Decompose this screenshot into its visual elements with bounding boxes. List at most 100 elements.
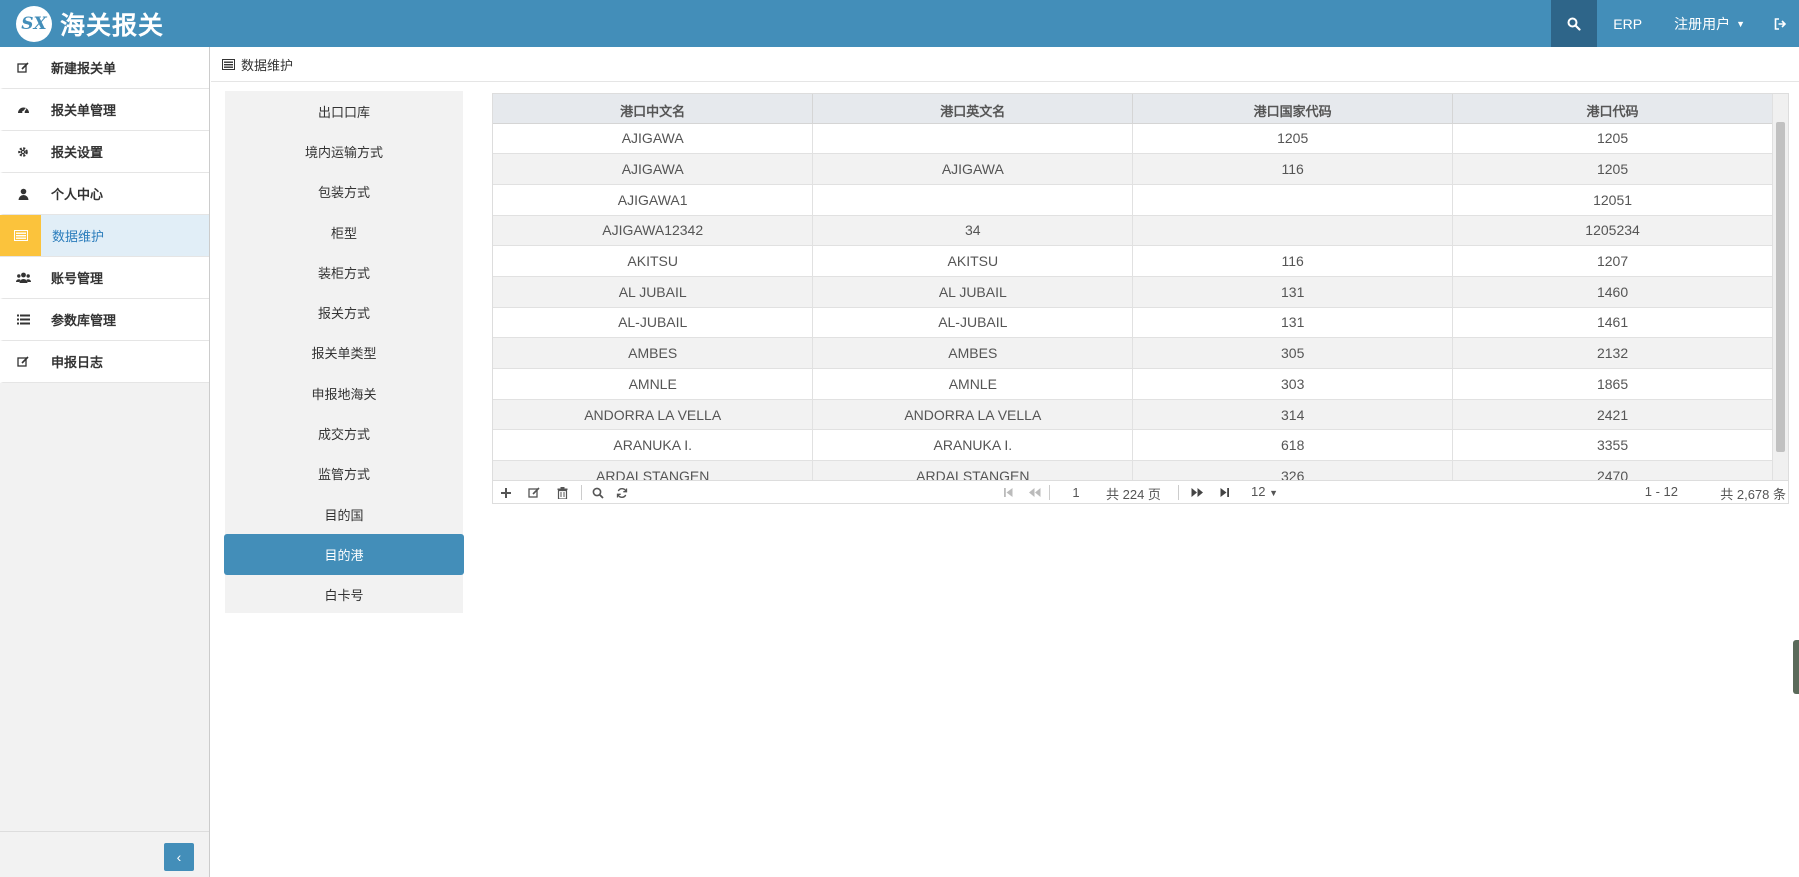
sidebar-item-declaration-management[interactable]: 报关单管理: [0, 89, 209, 131]
category-item[interactable]: 监管方式: [225, 454, 463, 494]
chevron-left-icon: ‹: [176, 849, 182, 865]
table-cell: ARDALSTANGEN: [812, 460, 1134, 481]
sidebar-item-new-declaration[interactable]: 新建报关单: [0, 47, 209, 89]
table-row[interactable]: AJIGAWA12342 34 1205234: [493, 215, 1773, 247]
category-item[interactable]: 报关单类型: [225, 333, 463, 373]
category-item[interactable]: 目的国: [225, 494, 463, 534]
sidebar-item-parameter-library[interactable]: 参数库管理: [0, 299, 209, 341]
column-header[interactable]: 港口国家代码: [1132, 94, 1454, 124]
total-pages-label: 共 224 页: [1106, 487, 1161, 502]
table-cell: 131: [1132, 276, 1454, 308]
column-header[interactable]: 港口英文名: [812, 94, 1134, 124]
category-item[interactable]: 报关方式: [225, 292, 463, 332]
page-number-input[interactable]: 1: [1060, 483, 1092, 501]
record-total-label: 共 2,678 条: [1720, 487, 1786, 502]
column-header[interactable]: 港口代码: [1452, 94, 1773, 124]
pager-separator: [581, 485, 582, 500]
user-menu[interactable]: 注册用户 ▼: [1658, 0, 1761, 47]
table-row[interactable]: AL-JUBAIL AL-JUBAIL 131 1461: [493, 307, 1773, 339]
category-item[interactable]: 成交方式: [225, 413, 463, 453]
prev-page-button[interactable]: [1025, 484, 1043, 501]
category-item[interactable]: 装柜方式: [225, 252, 463, 292]
table-cell: ANDORRA LA VELLA: [493, 399, 814, 431]
table-cell: 314: [1132, 399, 1454, 431]
table-cell: 2421: [1452, 399, 1773, 431]
logout-button[interactable]: [1761, 0, 1799, 47]
erp-link[interactable]: ERP: [1597, 0, 1658, 47]
table-cell: 2132: [1452, 337, 1773, 369]
table-cell: 305: [1132, 337, 1454, 369]
category-item-active[interactable]: 目的港: [224, 534, 464, 575]
category-item[interactable]: 白卡号: [225, 575, 463, 615]
column-header[interactable]: 港口中文名: [493, 94, 814, 124]
refresh-button[interactable]: [613, 484, 631, 501]
table-cell: [1132, 215, 1454, 247]
list-icon: [3, 299, 43, 340]
search-button[interactable]: [589, 484, 607, 501]
category-item[interactable]: 境内运输方式: [225, 131, 463, 171]
table-cell: AL-JUBAIL: [493, 307, 814, 339]
edit-icon: [3, 341, 43, 382]
table-row[interactable]: AJIGAWA AJIGAWA 116 1205: [493, 153, 1773, 185]
sidebar-collapse-button[interactable]: ‹: [164, 843, 194, 871]
table-cell: AMNLE: [493, 368, 814, 400]
sidebar-item-account-management[interactable]: 账号管理: [0, 257, 209, 299]
table-row[interactable]: AKITSU AKITSU 116 1207: [493, 245, 1773, 277]
plus-icon: [501, 487, 511, 498]
table-cell: AJIGAWA: [493, 123, 814, 155]
sidebar-item-label: 个人中心: [51, 187, 104, 202]
table-cell: 2470: [1452, 460, 1773, 481]
breadcrumb-label: 数据维护: [241, 57, 294, 73]
add-button[interactable]: [497, 484, 515, 501]
category-item[interactable]: 柜型: [225, 212, 463, 252]
grid-pager: 1 共 224 页 12 ▼ 1 - 12 共 2,678 条: [493, 480, 1788, 503]
table-row[interactable]: AJIGAWA 1205 1205: [493, 123, 1773, 155]
table-row[interactable]: AL JUBAIL AL JUBAIL 131 1460: [493, 276, 1773, 308]
caret-down-icon: ▼: [1269, 488, 1279, 498]
table-cell: 326: [1132, 460, 1454, 481]
sidebar-item-label: 数据维护: [52, 229, 105, 244]
table-row[interactable]: AMBES AMBES 305 2132: [493, 337, 1773, 369]
user-menu-label: 注册用户: [1674, 15, 1731, 32]
search-button[interactable]: [1551, 0, 1598, 47]
floating-side-tab[interactable]: [1793, 640, 1799, 694]
table-cell: AJIGAWA12342: [493, 215, 814, 247]
table-row[interactable]: AJIGAWA1 12051: [493, 184, 1773, 216]
table-cell: 3355: [1452, 429, 1773, 462]
users-icon: [3, 257, 43, 298]
category-item[interactable]: 包装方式: [225, 172, 463, 212]
sidebar-item-label: 账号管理: [51, 271, 104, 286]
sidebar-item-data-maintenance[interactable]: 数据维护: [0, 215, 209, 257]
delete-button[interactable]: [553, 484, 571, 501]
table-cell: 34: [812, 215, 1134, 247]
table-row[interactable]: AMNLE AMNLE 303 1865: [493, 368, 1773, 400]
brand[interactable]: SX 海关报关: [16, 4, 164, 44]
scrollbar-thumb[interactable]: [1776, 122, 1785, 452]
last-page-button[interactable]: [1215, 484, 1233, 501]
table-row[interactable]: ANDORRA LA VELLA ANDORRA LA VELLA 314 2421: [493, 399, 1773, 431]
next-page-button[interactable]: [1188, 484, 1206, 501]
category-item[interactable]: 申报地海关: [225, 373, 463, 413]
table-cell: AJIGAWA: [812, 153, 1134, 185]
sidebar-item-declaration-settings[interactable]: 报关设置: [0, 131, 209, 173]
search-icon: [1567, 17, 1581, 31]
edit-button[interactable]: [525, 484, 543, 501]
table-cell: AL JUBAIL: [812, 276, 1134, 308]
table-cell: [1132, 184, 1454, 216]
table-row[interactable]: ARANUKA I. ARANUKA I. 618 3355: [493, 429, 1773, 462]
table-cell: 1205: [1452, 153, 1773, 185]
table-cell: 12051: [1452, 184, 1773, 216]
double-chevron-right-icon: [1191, 488, 1203, 497]
grid-scrollbar[interactable]: [1772, 94, 1788, 481]
table-header-row: 港口中文名 港口英文名 港口国家代码 港口代码: [493, 94, 1773, 124]
sidebar-footer: ‹: [0, 831, 209, 877]
grid-body: 港口中文名 港口英文名 港口国家代码 港口代码 AJIGAWA 1205 1205 …: [493, 94, 1773, 481]
page-size-select[interactable]: 12 ▼: [1251, 484, 1278, 499]
table-cell: AJIGAWA1: [493, 184, 814, 216]
category-item[interactable]: 出口口库: [225, 91, 463, 131]
first-page-button[interactable]: [999, 484, 1017, 501]
sidebar-item-personal-center[interactable]: 个人中心: [0, 173, 209, 215]
table-row[interactable]: ARDALSTANGEN ARDALSTANGEN 326 2470: [493, 460, 1773, 481]
sidebar-item-declaration-log[interactable]: 申报日志: [0, 341, 209, 383]
navbar-right: ERP 注册用户 ▼: [1551, 0, 1799, 47]
